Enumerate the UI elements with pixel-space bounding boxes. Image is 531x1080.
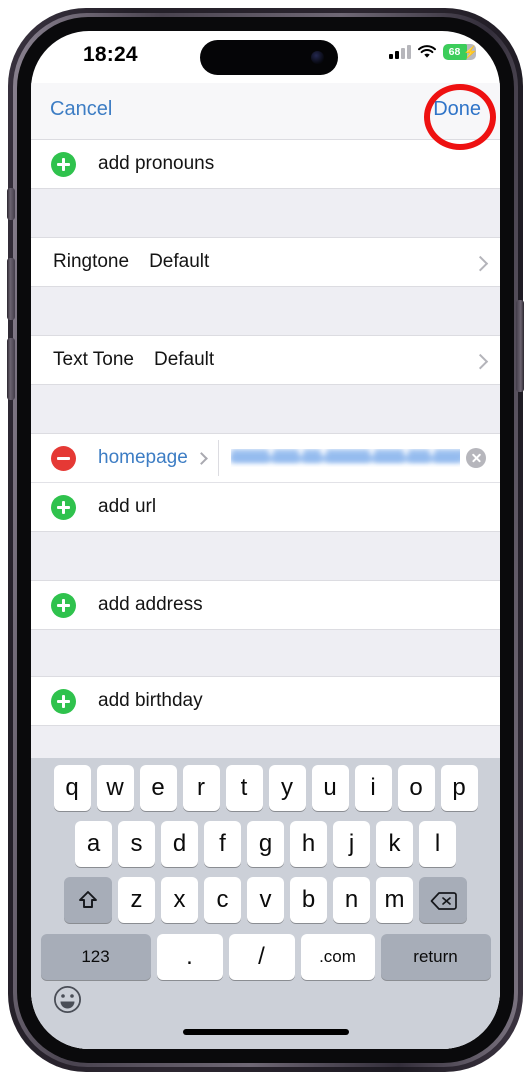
key-o[interactable]: o xyxy=(397,765,435,811)
key-q[interactable]: q xyxy=(53,765,91,811)
section-ringtone: Ringtone Default xyxy=(31,237,500,287)
key-i[interactable]: i xyxy=(354,765,392,811)
chevron-right-icon xyxy=(472,255,489,272)
battery-icon: 68 ⚡ xyxy=(443,44,476,60)
power-button[interactable] xyxy=(516,300,524,392)
key-v[interactable]: v xyxy=(247,877,284,923)
key-u[interactable]: u xyxy=(311,765,349,811)
backspace-key[interactable] xyxy=(419,877,467,923)
row-label: add address xyxy=(98,594,203,615)
key-d[interactable]: d xyxy=(161,821,198,867)
keyboard-bottom-bar xyxy=(31,977,500,1049)
section-address: add address xyxy=(31,580,500,630)
wifi-icon xyxy=(418,45,436,59)
plus-circle-icon[interactable] xyxy=(51,494,76,520)
chevron-right-icon xyxy=(194,451,208,465)
ringtone-row[interactable]: Ringtone Default xyxy=(31,238,500,286)
keyboard-row-1: q w e r t y u i o p xyxy=(31,758,500,811)
minus-circle-icon[interactable] xyxy=(51,445,76,471)
key-x[interactable]: x xyxy=(161,877,198,923)
ringtone-key-label: Ringtone xyxy=(53,251,130,272)
key-c[interactable]: c xyxy=(204,877,241,923)
keyboard-row-4: 123 . / .com return xyxy=(31,923,500,980)
add-url-row[interactable]: add url xyxy=(31,482,500,531)
homepage-url-row[interactable]: homepage xyxy=(31,434,500,482)
emoji-smiley-icon[interactable] xyxy=(53,985,82,1014)
silent-switch-button[interactable] xyxy=(7,188,15,220)
key-y[interactable]: y xyxy=(268,765,306,811)
phone-screen: 18:24 68 ⚡ Cancel Done add pronouns Ring… xyxy=(31,31,500,1049)
key-g[interactable]: g xyxy=(247,821,284,867)
field-divider xyxy=(217,440,219,476)
key-j[interactable]: j xyxy=(333,821,370,867)
key-a[interactable]: a xyxy=(75,821,112,867)
shift-arrow-icon xyxy=(77,889,99,911)
section-text-tone: Text Tone Default xyxy=(31,335,500,385)
key-h[interactable]: h xyxy=(290,821,327,867)
plus-circle-icon[interactable] xyxy=(51,688,76,714)
volume-up-button[interactable] xyxy=(7,258,15,320)
cellular-signal-icon xyxy=(389,45,411,59)
ringtone-value-label: Default xyxy=(149,251,210,272)
key-b[interactable]: b xyxy=(290,877,327,923)
section-gap xyxy=(31,630,500,676)
section-gap xyxy=(31,532,500,580)
status-bar-time: 18:24 xyxy=(83,43,138,66)
section-gap xyxy=(31,287,500,335)
key-p[interactable]: p xyxy=(440,765,478,811)
shift-key[interactable] xyxy=(64,877,112,923)
key-k[interactable]: k xyxy=(376,821,413,867)
key-l[interactable]: l xyxy=(419,821,456,867)
numbers-key[interactable]: 123 xyxy=(40,934,151,980)
row-label: add pronouns xyxy=(98,153,215,174)
front-camera-icon xyxy=(311,51,324,64)
slash-key[interactable]: / xyxy=(228,934,295,980)
text-tone-row[interactable]: Text Tone Default xyxy=(31,336,500,384)
return-key[interactable]: return xyxy=(380,934,491,980)
chevron-right-icon xyxy=(472,353,489,370)
dynamic-island xyxy=(200,40,338,75)
section-gap xyxy=(31,385,500,433)
done-button[interactable]: Done xyxy=(433,98,481,121)
key-t[interactable]: t xyxy=(225,765,263,811)
phone-screenshot: 18:24 68 ⚡ Cancel Done add pronouns Ring… xyxy=(0,0,531,1080)
section-birthday: add birthday xyxy=(31,676,500,726)
section-url: homepage add url xyxy=(31,433,500,532)
homepage-label[interactable]: homepage xyxy=(98,447,188,469)
period-key[interactable]: . xyxy=(156,934,223,980)
row-label: add birthday xyxy=(98,690,203,711)
add-birthday-row[interactable]: add birthday xyxy=(31,677,500,725)
add-address-row[interactable]: add address xyxy=(31,581,500,629)
keyboard-row-3: z x c v b n m xyxy=(31,867,500,923)
key-n[interactable]: n xyxy=(333,877,370,923)
clear-field-icon[interactable] xyxy=(466,448,486,468)
status-bar: 18:24 68 ⚡ xyxy=(31,31,500,83)
key-z[interactable]: z xyxy=(118,877,155,923)
status-bar-indicators: 68 ⚡ xyxy=(389,44,476,60)
key-w[interactable]: w xyxy=(96,765,134,811)
plus-circle-icon[interactable] xyxy=(51,151,76,177)
volume-down-button[interactable] xyxy=(7,338,15,400)
dotcom-key[interactable]: .com xyxy=(300,934,375,980)
row-label: add url xyxy=(98,496,157,517)
homepage-url-input[interactable] xyxy=(230,449,460,467)
cancel-button[interactable]: Cancel xyxy=(50,98,112,121)
home-indicator[interactable] xyxy=(182,1029,349,1035)
key-r[interactable]: r xyxy=(182,765,220,811)
plus-circle-icon[interactable] xyxy=(51,592,76,618)
delete-backward-icon xyxy=(430,890,457,910)
key-f[interactable]: f xyxy=(204,821,241,867)
add-pronouns-row[interactable]: add pronouns xyxy=(31,140,500,188)
key-e[interactable]: e xyxy=(139,765,177,811)
section-gap xyxy=(31,189,500,237)
key-s[interactable]: s xyxy=(118,821,155,867)
key-m[interactable]: m xyxy=(376,877,413,923)
on-screen-keyboard: q w e r t y u i o p a s d f g h j k l z … xyxy=(31,758,500,1049)
section-pronouns: add pronouns xyxy=(31,139,500,189)
lightning-bolt-icon: ⚡ xyxy=(463,45,476,59)
text-tone-value-label: Default xyxy=(153,349,215,370)
keyboard-row-2: a s d f g h j k l xyxy=(31,811,500,867)
navigation-bar: Cancel Done xyxy=(31,83,500,139)
text-tone-key-label: Text Tone xyxy=(53,349,134,370)
